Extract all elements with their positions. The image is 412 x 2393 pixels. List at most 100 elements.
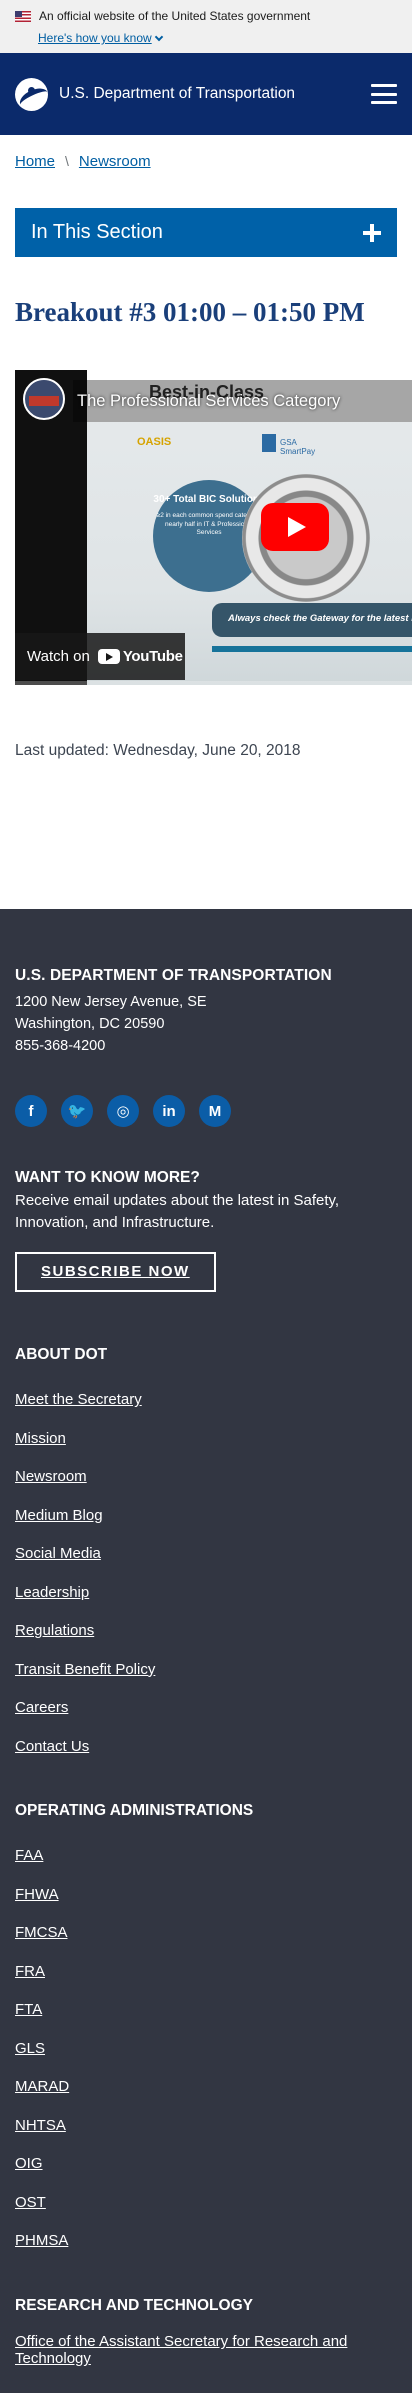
last-updated: Last updated: Wednesday, June 20, 2018	[15, 742, 301, 760]
footer-link-item: GLS	[15, 2029, 397, 2068]
newsletter-text: Receive email updates about the latest i…	[15, 1192, 340, 1232]
main-content: Home \ Newsroom In This Section Breakout…	[0, 145, 412, 760]
footer-link-item: Social Media	[15, 1534, 397, 1573]
footer-link-item: PHMSA	[15, 2221, 397, 2260]
footer-link-item: Meet the Secretary	[15, 1380, 397, 1419]
home-logo-link[interactable]: U.S. Department of Transportation	[15, 77, 296, 111]
footer-link-item: Office of the Assistant Secretary for Re…	[15, 2331, 397, 2370]
operating-admin-link[interactable]: MARAD	[15, 2078, 69, 2095]
about-dot-link[interactable]: Leadership	[15, 1584, 89, 1601]
address-line-2: Washington, DC 20590	[15, 1016, 165, 1033]
operating-admin-link[interactable]: FMCSA	[15, 1924, 68, 1941]
about-dot-link[interactable]: Careers	[15, 1699, 68, 1716]
operating-administrations-links: FAA FHWA FMCSA FRA FTA GLS MARAD NHTSA OIG OST PHM…	[15, 1836, 397, 2260]
gsa-smartpay-logo: GSA SmartPay	[262, 434, 326, 456]
footer-link-item: OIG	[15, 2144, 397, 2183]
footer-link-item: OST	[15, 2183, 397, 2222]
channel-avatar[interactable]	[23, 378, 65, 421]
research-technology-section: RESEARCH AND TECHNOLOGY Office of the As…	[15, 2297, 397, 2370]
subscribe-now-button[interactable]: SUBSCRIBE NOW	[15, 1252, 216, 1293]
gov-banner: An official website of the United States…	[0, 0, 412, 53]
menu-button[interactable]	[371, 84, 397, 104]
facebook-icon[interactable]: f	[15, 1095, 47, 1128]
want-to-know-heading: WANT TO KNOW MORE?	[15, 1169, 200, 1187]
footer-link-item: Contact Us	[15, 1727, 397, 1766]
phone-number: 855-368-4200	[15, 1038, 106, 1055]
about-dot-link[interactable]: Medium Blog	[15, 1507, 103, 1524]
footer-link-item: FHWA	[15, 1875, 397, 1914]
youtube-video-embed[interactable]: Best-in-Class OASIS GSA SmartPay 30+ Tot…	[15, 370, 412, 686]
site-header: U.S. Department of Transportation	[0, 53, 412, 135]
site-name: U.S. Department of Transportation	[59, 85, 296, 102]
footer-address: 1200 New Jersey Avenue, SE Washington, D…	[15, 991, 397, 1057]
breadcrumb-newsroom[interactable]: Newsroom	[79, 153, 151, 170]
operating-admin-link[interactable]: OIG	[15, 2155, 43, 2172]
address-line-1: 1200 New Jersey Avenue, SE	[15, 994, 207, 1011]
about-dot-link[interactable]: Transit Benefit Policy	[15, 1661, 155, 1678]
research-technology-heading: RESEARCH AND TECHNOLOGY	[15, 2296, 253, 2314]
hamburger-menu-icon	[371, 84, 397, 87]
footer-link-item: FTA	[15, 1990, 397, 2029]
page-title: Breakout #3 01:00 – 01:50 PM	[15, 297, 365, 327]
twitter-icon[interactable]: 🐦	[61, 1095, 93, 1128]
footer-link-item: MARAD	[15, 2067, 397, 2106]
in-this-section-toggle[interactable]: In This Section	[15, 208, 397, 257]
footer-link-item: Transit Benefit Policy	[15, 1650, 397, 1689]
about-dot-link[interactable]: Contact Us	[15, 1738, 89, 1755]
in-this-section-label: In This Section	[31, 221, 163, 243]
heres-how-you-know-label: Here's how you know	[38, 31, 152, 45]
about-dot-heading: ABOUT DOT	[15, 1346, 108, 1364]
operating-admin-link[interactable]: NHTSA	[15, 2117, 66, 2134]
operating-admin-link[interactable]: FAA	[15, 1847, 43, 1864]
footer-link-item: NHTSA	[15, 2106, 397, 2145]
operating-administrations-heading: OPERATING ADMINISTRATIONS	[15, 1802, 254, 1820]
social-links: f 🐦 ◎ in M	[15, 1095, 397, 1128]
linkedin-icon[interactable]: in	[153, 1095, 185, 1128]
video-title[interactable]: The Professional Services Category	[77, 392, 340, 411]
operating-admin-link[interactable]: OST	[15, 2194, 46, 2211]
about-dot-section: ABOUT DOT Meet the Secretary Mission Newsr…	[15, 1346, 397, 1765]
operating-admin-link[interactable]: GLS	[15, 2040, 45, 2057]
medium-icon[interactable]: M	[199, 1095, 231, 1128]
footer-link-item: FMCSA	[15, 1913, 397, 1952]
footer-org-name: U.S. DEPARTMENT OF TRANSPORTATION	[15, 967, 332, 985]
video-progress-bar	[15, 681, 412, 686]
footer-link-item: Mission	[15, 1419, 397, 1458]
newsletter-section: WANT TO KNOW MORE? Receive email updates…	[15, 1169, 397, 1293]
about-dot-links: Meet the Secretary Mission Newsroom Medium …	[15, 1380, 397, 1765]
operating-administrations-section: OPERATING ADMINISTRATIONS FAA FHWA FMCSA FR…	[15, 1802, 397, 2260]
plus-icon	[363, 223, 381, 242]
footer-link-item: Medium Blog	[15, 1496, 397, 1535]
play-button[interactable]	[261, 503, 329, 552]
operating-admin-link[interactable]: FHWA	[15, 1886, 59, 1903]
oasis-logo: OASIS	[137, 436, 172, 449]
breadcrumb-home[interactable]: Home	[15, 153, 55, 170]
footer-link-item: Regulations	[15, 1611, 397, 1650]
operating-admin-link[interactable]: PHMSA	[15, 2232, 68, 2249]
watch-on-label: Watch on	[27, 648, 90, 666]
operating-admin-link[interactable]: FRA	[15, 1963, 45, 1980]
about-dot-link[interactable]: Social Media	[15, 1545, 101, 1562]
about-dot-link[interactable]: Mission	[15, 1430, 66, 1447]
about-dot-link[interactable]: Regulations	[15, 1622, 94, 1639]
breadcrumb-separator: \	[65, 153, 69, 169]
chevron-down-icon	[154, 32, 163, 41]
watch-on-youtube-button[interactable]: Watch on YouTube	[15, 633, 185, 681]
gateway-banner: Always check the Gateway for the latest …	[212, 603, 412, 638]
official-website-text: An official website of the United States…	[39, 9, 311, 23]
about-dot-link[interactable]: Newsroom	[15, 1468, 87, 1485]
footer-link-item: FRA	[15, 1952, 397, 1991]
youtube-logo-icon: YouTube	[97, 648, 183, 665]
site-footer: U.S. DEPARTMENT OF TRANSPORTATION 1200 N…	[0, 909, 412, 2393]
breadcrumb: Home \ Newsroom	[15, 145, 397, 177]
footer-link-item: FAA	[15, 1836, 397, 1875]
footer-link-item: Leadership	[15, 1573, 397, 1612]
dot-logo-icon	[15, 77, 48, 111]
research-technology-links: Office of the Assistant Secretary for Re…	[15, 2331, 397, 2370]
instagram-icon[interactable]: ◎	[107, 1095, 139, 1128]
footer-link-item: Careers	[15, 1688, 397, 1727]
heres-how-you-know-link[interactable]: Here's how you know	[38, 31, 163, 45]
about-dot-link[interactable]: Meet the Secretary	[15, 1391, 142, 1408]
research-link[interactable]: Office of the Assistant Secretary for Re…	[15, 2333, 397, 2367]
operating-admin-link[interactable]: FTA	[15, 2001, 42, 2018]
